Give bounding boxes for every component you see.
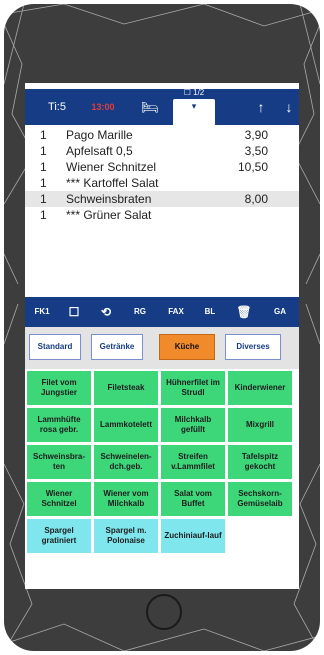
category-diverses[interactable]: Diverses xyxy=(225,334,281,360)
order-row-selected[interactable]: 1 Schweinsbraten 8,00 xyxy=(25,191,299,207)
order-qty: 1 xyxy=(40,176,47,190)
tab-current[interactable]: ▾ xyxy=(173,99,215,125)
order-price: 10,50 xyxy=(237,160,268,174)
menu-item[interactable]: Milchkalb gefüllt xyxy=(161,408,225,442)
bed-icon[interactable]: 🛏 xyxy=(138,89,162,125)
header-bar: Ti:5 13:00 🛏 ☐ 1/2 ▾ ↑ ↓ xyxy=(25,88,299,125)
chevron-down-icon: ▾ xyxy=(191,101,197,111)
menu-item[interactable]: Filet vom Jungstier xyxy=(27,371,91,405)
menu-item[interactable]: Zuchiniauf-lauf xyxy=(161,519,225,553)
menu-item[interactable]: Schweinelen-dch.geb. xyxy=(94,445,158,479)
order-name: *** Grüner Salat xyxy=(66,208,152,222)
order-list: 1 Pago Marille 3,90 1 Apfelsaft 0,5 3,50 1 Wi… xyxy=(25,127,299,223)
ga-button[interactable]: GA xyxy=(263,297,297,327)
arrow-up-icon[interactable]: ↑ xyxy=(251,89,271,125)
menu-item[interactable]: Sechskorn-Gemüselaib xyxy=(228,482,292,516)
order-price: 3,90 xyxy=(244,128,268,142)
bl-button[interactable]: BL xyxy=(195,297,225,327)
fk1-button[interactable]: FK1 xyxy=(27,297,57,327)
order-name: Apfelsaft 0,5 xyxy=(66,144,133,158)
menu-item[interactable]: Streifen v.Lammfilet xyxy=(161,445,225,479)
order-name: Schweinsbraten xyxy=(66,192,152,206)
order-name: Pago Marille xyxy=(66,128,133,142)
order-time: 13:00 xyxy=(91,102,115,112)
order-qty: 1 xyxy=(40,144,47,158)
order-row[interactable]: 1 Pago Marille 3,90 xyxy=(25,127,299,143)
category-standard[interactable]: Standard xyxy=(29,334,81,360)
function-bar: FK1 ☐ ⟲ RG FAX BL 🗑 GA xyxy=(25,297,299,327)
order-name: *** Kartoffel Salat xyxy=(66,176,159,190)
arrow-down-icon[interactable]: ↓ xyxy=(279,89,299,125)
category-bar: Standard Getränke Küche Diverses xyxy=(25,327,299,369)
menu-item[interactable]: Lammkotelett xyxy=(94,408,158,442)
menu-item[interactable]: Filetsteak xyxy=(94,371,158,405)
menu-item[interactable]: Hühnerfilet im Strudl xyxy=(161,371,225,405)
menu-item[interactable]: Salat vom Buffet xyxy=(161,482,225,516)
seat-selector: ☐ 1/2 xyxy=(183,88,205,97)
order-qty: 1 xyxy=(40,128,47,142)
split-icon[interactable]: ☐ xyxy=(59,297,89,327)
menu-item[interactable]: Wiener Schnitzel xyxy=(27,482,91,516)
menu-item[interactable]: Kinderwiener xyxy=(228,371,292,405)
trash-icon[interactable]: 🗑 xyxy=(229,297,259,327)
order-row[interactable]: 1 *** Grüner Salat xyxy=(25,207,299,223)
rg-button[interactable]: RG xyxy=(125,297,155,327)
menu-item[interactable]: Schweinsbra-ten xyxy=(27,445,91,479)
order-price: 3,50 xyxy=(244,144,268,158)
order-row[interactable]: 1 Wiener Schnitzel 10,50 xyxy=(25,159,299,175)
menu-item[interactable]: Wiener vom Milchkalb xyxy=(94,482,158,516)
menu-item[interactable]: Lammhüfte rosa gebr. xyxy=(27,408,91,442)
category-getraenke[interactable]: Getränke xyxy=(91,334,143,360)
order-row[interactable]: 1 Apfelsaft 0,5 3,50 xyxy=(25,143,299,159)
category-kueche[interactable]: Küche xyxy=(159,334,215,360)
home-button[interactable] xyxy=(146,594,182,630)
pos-screen: Ti:5 13:00 🛏 ☐ 1/2 ▾ ↑ ↓ 1 Pago Marille 3,… xyxy=(25,83,299,589)
fax-button[interactable]: FAX xyxy=(159,297,193,327)
menu-item[interactable]: Spargel gratiniert xyxy=(27,519,91,553)
order-qty: 1 xyxy=(40,192,47,206)
menu-item[interactable]: Tafelspitz gekocht xyxy=(228,445,292,479)
order-qty: 1 xyxy=(40,160,47,174)
table-number[interactable]: Ti:5 xyxy=(37,89,77,125)
order-qty: 1 xyxy=(40,208,47,222)
menu-item[interactable]: Mixgrill xyxy=(228,408,292,442)
transfer-icon[interactable]: ⟲ xyxy=(91,297,121,327)
menu-item[interactable]: Spargel m. Polonaise xyxy=(94,519,158,553)
order-name: Wiener Schnitzel xyxy=(66,160,157,174)
order-price: 8,00 xyxy=(244,192,268,206)
phone-frame: Ti:5 13:00 🛏 ☐ 1/2 ▾ ↑ ↓ 1 Pago Marille 3,… xyxy=(4,4,320,651)
order-row[interactable]: 1 *** Kartoffel Salat xyxy=(25,175,299,191)
